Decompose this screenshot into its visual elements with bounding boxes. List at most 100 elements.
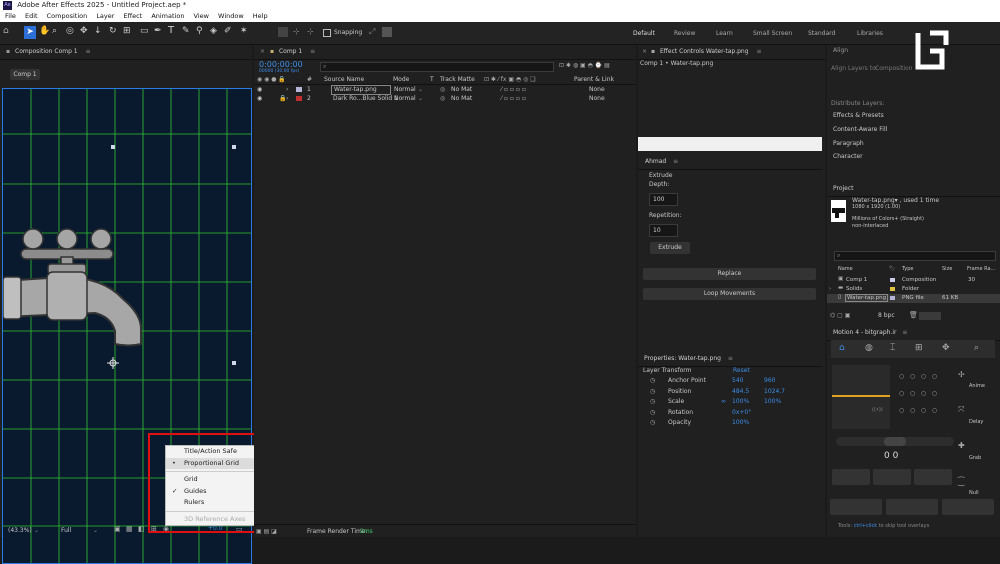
delay-button[interactable]: Delay [969, 419, 983, 425]
workspace-review[interactable]: Review [674, 30, 695, 37]
project-row[interactable]: ▯ Water-tap.png PNG file 61 KB [827, 294, 1000, 303]
home-icon[interactable]: ⌂ [3, 26, 17, 40]
motion-btn[interactable] [914, 469, 952, 485]
motion-tab-icon[interactable]: ⌶ [890, 343, 895, 353]
panel-menu-icon[interactable]: ≡ [728, 355, 733, 362]
layer-name[interactable]: Dark Ro...Blue Solid 1 [333, 95, 398, 102]
project-row[interactable]: › ▬ Solids Folder [827, 285, 1000, 294]
stopwatch-icon[interactable]: ◷ [650, 398, 655, 405]
motion-btn[interactable] [832, 469, 870, 485]
type-tool-icon[interactable]: T [168, 25, 174, 36]
layer-label-color[interactable] [296, 96, 302, 101]
motion-tab-icon[interactable]: ✥ [942, 343, 950, 353]
paragraph-panel[interactable]: Paragraph [833, 140, 864, 147]
local-axis-icon[interactable] [278, 27, 288, 37]
link-icon[interactable]: ∞ [721, 398, 726, 405]
dolly-tool-icon[interactable]: ↓ [94, 26, 102, 36]
opacity-value[interactable]: 100% [732, 419, 749, 426]
anime-icon[interactable]: ✢ [958, 370, 965, 379]
layer-mode-select[interactable]: Normal [394, 86, 416, 93]
anchor-point-y[interactable]: 960 [764, 377, 775, 384]
effects-presets-panel[interactable]: Effects & Presets [833, 112, 884, 119]
view-axis-icon[interactable]: ⊹ [307, 27, 314, 36]
delay-icon[interactable]: ⤧ [958, 405, 964, 415]
anime-button[interactable]: Anime [969, 383, 985, 389]
panel-menu-icon[interactable]: ≡ [902, 329, 907, 336]
column-name[interactable]: Name [838, 266, 853, 272]
layer-row[interactable]: ◉ › 1 Water-tap.png Normal ⌄ ◎ No Mat ⁄ … [254, 85, 636, 95]
menu-file[interactable]: File [5, 12, 16, 20]
project-search-input[interactable]: ⌕ [834, 251, 996, 261]
motion-graph[interactable] [832, 365, 890, 429]
pen-tool-icon[interactable]: ✒ [154, 26, 162, 36]
repetition-input[interactable]: 10 [649, 224, 678, 237]
orbit-tool-icon[interactable]: ◎ [66, 26, 74, 36]
position-x[interactable]: 484.5 [732, 388, 749, 395]
menu-help[interactable]: Help [253, 12, 268, 20]
close-icon[interactable]: × [642, 48, 647, 55]
menu-layer[interactable]: Layer [96, 12, 114, 20]
expand-chevron-icon[interactable]: › [286, 86, 288, 93]
column-type[interactable]: Type [902, 266, 913, 272]
comp-tab[interactable]: Comp 1 [10, 69, 40, 80]
brush-tool-icon[interactable]: ✎ [182, 26, 190, 36]
column-frame-rate[interactable]: Frame Ra... [967, 266, 995, 272]
menu-item-guides[interactable]: ✓ Guides [166, 486, 263, 498]
character-panel[interactable]: Character [833, 153, 863, 160]
timeline-search-input[interactable]: ⌕ [320, 62, 554, 72]
workspace-learn[interactable]: Learn [716, 30, 733, 37]
timeline-timecode[interactable]: 0:00:00:00 [259, 60, 303, 69]
layer-row[interactable]: ◉ 🔒 › 2 Dark Ro...Blue Solid 1 Normal ⌄ … [254, 94, 636, 103]
snap-feature-icon[interactable] [382, 27, 392, 37]
layer-switches[interactable]: ⁄ ▫ ▫ ▫ ▫ [501, 95, 526, 102]
motion-slider[interactable] [836, 437, 954, 446]
align-layers-select[interactable]: Composition [875, 65, 912, 72]
stopwatch-icon[interactable]: ◷ [650, 388, 655, 395]
align-panel-title[interactable]: Align [833, 47, 848, 54]
timeline-tab[interactable]: Comp 1 [279, 48, 302, 55]
workspace-libraries[interactable]: Libraries [857, 30, 883, 37]
layer-parent-select[interactable]: None [589, 95, 605, 102]
selection-tool-icon[interactable]: ➤ [24, 26, 36, 39]
eraser-tool-icon[interactable]: ◈ [210, 26, 217, 36]
menu-window[interactable]: Window [218, 12, 244, 20]
mask-visibility-icon[interactable]: ◧ [138, 525, 145, 533]
menu-effect[interactable]: Effect [124, 12, 143, 20]
scale-x[interactable]: 100% [732, 398, 749, 405]
close-icon[interactable]: × [260, 48, 265, 55]
pan-behind-icon[interactable]: ⊞ [123, 26, 131, 36]
pan-tool-icon[interactable]: ✥ [80, 26, 88, 36]
null-icon[interactable]: ⁐ [958, 477, 964, 486]
project-row[interactable]: ▣ Comp 1 Composition 30 [827, 276, 1000, 285]
expand-chevron-icon[interactable]: › [829, 286, 831, 292]
visibility-eye-icon[interactable]: ◉ [257, 95, 262, 102]
visibility-eye-icon[interactable]: ◉ [257, 86, 262, 93]
menu-item-title-action-safe[interactable]: Title/Action Safe [166, 446, 263, 458]
world-axis-icon[interactable]: ⊹ [293, 27, 300, 36]
stopwatch-icon[interactable]: ◷ [650, 419, 655, 426]
layer-track-matte-select[interactable]: No Mat [451, 95, 472, 102]
fast-preview-icon[interactable]: ▣ [114, 525, 121, 533]
label-color[interactable] [890, 287, 895, 291]
workspace-small-screen[interactable]: Small Screen [753, 30, 792, 37]
transparency-grid-icon[interactable]: ▦ [126, 525, 133, 533]
puppet-tool-icon[interactable]: ✶ [240, 26, 248, 36]
roto-brush-icon[interactable]: ✐ [224, 26, 232, 36]
track-matte-pickwhip-icon[interactable]: ◎ [440, 86, 445, 93]
motion-btn[interactable] [830, 499, 882, 515]
search-icon[interactable]: ⌕ [974, 343, 979, 353]
motion-btn[interactable] [886, 499, 938, 515]
panel-menu-icon[interactable]: ≡ [756, 48, 761, 55]
label-color[interactable] [890, 278, 895, 282]
column-source-name[interactable]: Source Name [324, 76, 364, 83]
expand-chevron-icon[interactable]: › [286, 95, 288, 102]
layer-label-color[interactable] [296, 87, 302, 92]
replace-button[interactable]: Replace [643, 268, 816, 280]
rotation-value[interactable]: 0x+0° [732, 409, 751, 416]
bpc-button[interactable]: 8 bpc [878, 312, 895, 319]
null-button[interactable]: Null [969, 490, 979, 496]
timeline-switches-icons[interactable]: ⊡ ✱ ◍ ▣ ◓ ⌚ ▤ [559, 62, 610, 69]
motion-tab-icon[interactable]: ⊞ [915, 343, 923, 353]
panel-menu-icon[interactable]: ≡ [673, 158, 678, 165]
track-matte-pickwhip-icon[interactable]: ◎ [440, 95, 445, 102]
